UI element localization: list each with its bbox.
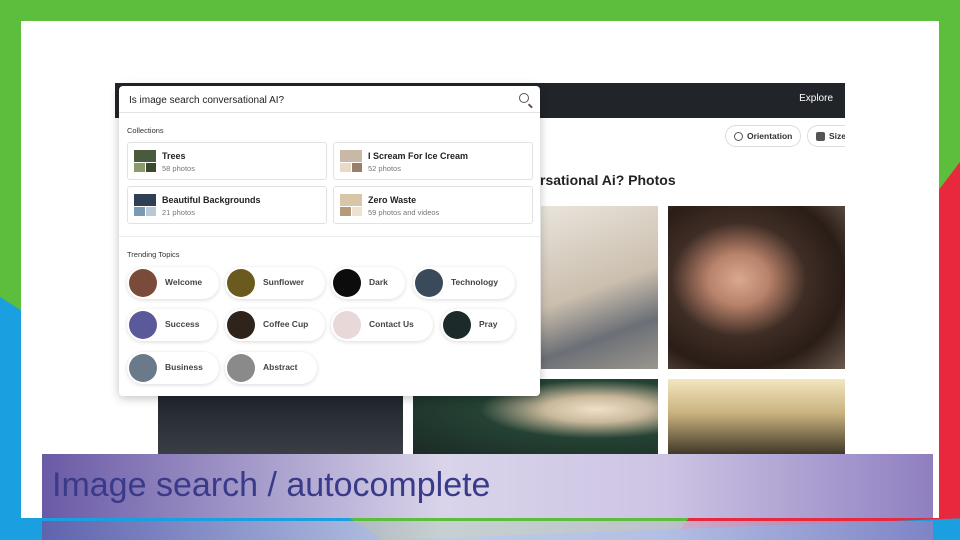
- topic-label: Contact Us: [369, 319, 414, 329]
- topic-avatar: [443, 311, 471, 339]
- topic-pill-coffee-cup[interactable]: Coffee Cup: [225, 309, 325, 341]
- topic-avatar: [333, 269, 361, 297]
- search-autocomplete-dropdown: Collections Trees 58 photos I Scream For…: [119, 86, 540, 396]
- photo-result[interactable]: [158, 393, 403, 455]
- thumb-tile: [340, 162, 351, 172]
- thumb-tile: [134, 194, 156, 206]
- thumb-tile: [351, 162, 362, 172]
- collection-card[interactable]: I Scream For Ice Cream 52 photos: [333, 142, 533, 180]
- topic-pill-dark[interactable]: Dark: [331, 267, 405, 299]
- topic-label: Coffee Cup: [263, 319, 309, 329]
- orientation-filter[interactable]: Orientation: [725, 125, 802, 147]
- topic-avatar: [227, 354, 255, 382]
- slide-caption: Image search / autocomplete: [42, 454, 933, 518]
- thumb-tile: [340, 150, 362, 162]
- explore-link[interactable]: Explore: [799, 93, 833, 104]
- topic-label: Technology: [451, 277, 499, 287]
- topic-avatar: [227, 269, 255, 297]
- size-icon: [816, 131, 825, 141]
- topic-avatar: [129, 354, 157, 382]
- topic-pill-pray[interactable]: Pray: [441, 309, 515, 341]
- search-bar: [119, 86, 540, 113]
- thumb-tile: [340, 206, 351, 216]
- collection-count: 59 photos and videos: [368, 208, 440, 217]
- topic-avatar: [129, 269, 157, 297]
- section-divider: [119, 236, 540, 237]
- collection-card[interactable]: Beautiful Backgrounds 21 photos: [127, 186, 327, 224]
- topic-pill-business[interactable]: Business: [127, 352, 219, 384]
- collection-thumbnail: [134, 150, 156, 172]
- collection-card[interactable]: Trees 58 photos: [127, 142, 327, 180]
- thumb-tile: [145, 162, 156, 172]
- topic-label: Success: [165, 319, 200, 329]
- topic-pill-success[interactable]: Success: [127, 309, 217, 341]
- thumb-tile: [134, 206, 145, 216]
- topic-pill-sunflower[interactable]: Sunflower: [225, 267, 325, 299]
- topic-label: Welcome: [165, 277, 203, 287]
- size-label: Size: [829, 131, 845, 141]
- topic-label: Dark: [369, 277, 388, 287]
- results-title: rsational Ai? Photos: [540, 172, 676, 188]
- photo-result[interactable]: [541, 206, 658, 369]
- trending-heading: Trending Topics: [127, 250, 180, 259]
- collection-title: Zero Waste: [368, 195, 417, 205]
- caption-text: Image search / autocomplete: [52, 466, 491, 504]
- thumb-tile: [134, 150, 156, 162]
- topic-avatar: [333, 311, 361, 339]
- collection-title: I Scream For Ice Cream: [368, 151, 469, 161]
- caption-band-bottom: [42, 521, 933, 540]
- topic-avatar: [415, 269, 443, 297]
- thumb-tile: [340, 194, 362, 206]
- thumb-tile: [351, 206, 362, 216]
- topic-avatar: [129, 311, 157, 339]
- collection-thumbnail: [134, 194, 156, 216]
- topic-avatar: [227, 311, 255, 339]
- topic-pill-welcome[interactable]: Welcome: [127, 267, 219, 299]
- collection-thumbnail: [340, 150, 362, 172]
- topic-label: Sunflower: [263, 277, 305, 287]
- thumb-tile: [134, 162, 145, 172]
- topic-pill-technology[interactable]: Technology: [413, 267, 515, 299]
- topic-label: Abstract: [263, 362, 298, 372]
- search-icon[interactable]: [519, 93, 529, 103]
- topic-pill-contact-us[interactable]: Contact Us: [331, 309, 433, 341]
- collection-card[interactable]: Zero Waste 59 photos and videos: [333, 186, 533, 224]
- orientation-icon: [734, 131, 743, 141]
- topic-label: Pray: [479, 319, 498, 329]
- thumb-tile: [145, 206, 156, 216]
- collection-thumbnail: [340, 194, 362, 216]
- topic-pill-abstract[interactable]: Abstract: [225, 352, 317, 384]
- collection-count: 52 photos: [368, 164, 401, 173]
- collection-title: Trees: [162, 151, 186, 161]
- search-input[interactable]: [127, 90, 511, 110]
- photo-result[interactable]: [668, 206, 845, 369]
- photo-result[interactable]: [668, 379, 845, 455]
- collection-count: 21 photos: [162, 208, 195, 217]
- orientation-label: Orientation: [747, 131, 793, 141]
- collection-count: 58 photos: [162, 164, 195, 173]
- collections-heading: Collections: [127, 126, 164, 135]
- collection-title: Beautiful Backgrounds: [162, 195, 261, 205]
- topic-label: Business: [165, 362, 203, 372]
- size-filter[interactable]: Size: [807, 125, 845, 147]
